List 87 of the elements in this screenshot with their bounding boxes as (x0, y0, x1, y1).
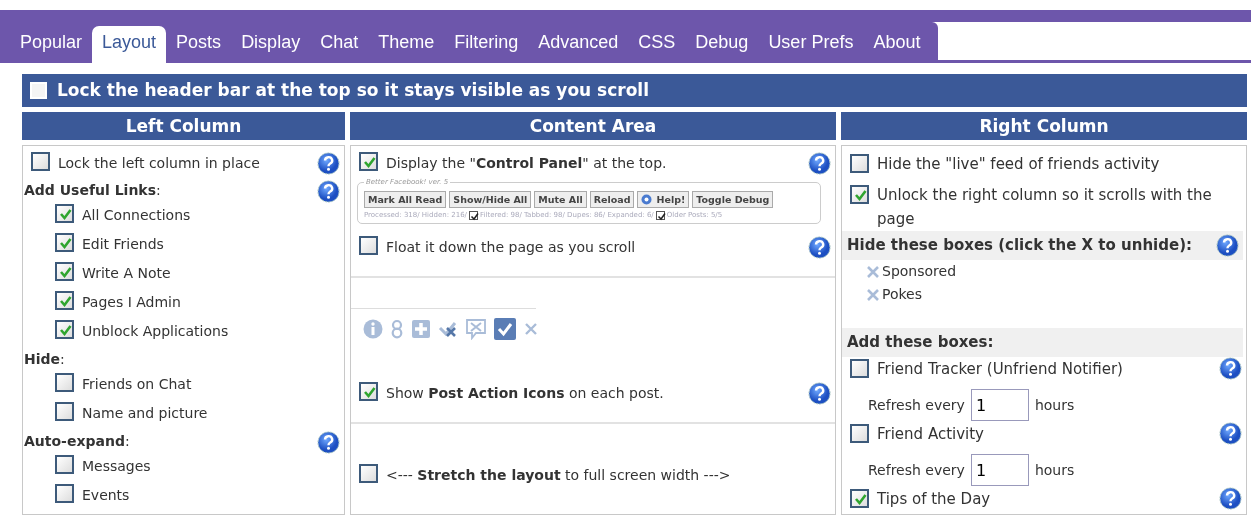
preview-button[interactable]: Show/Hide All (449, 191, 532, 208)
option-label: Friend Tracker (Unfriend Notifier) (877, 359, 1123, 380)
checkbox[interactable] (655, 210, 665, 220)
tab[interactable]: User Prefs (758, 26, 864, 60)
tab[interactable]: Filtering (444, 26, 529, 60)
checkbox[interactable] (359, 463, 378, 483)
checkbox[interactable] (850, 185, 869, 204)
option-label: Write A Note (82, 265, 171, 281)
checkbox[interactable] (31, 152, 50, 171)
help-icon[interactable] (808, 152, 831, 175)
hours-field[interactable]: 1 (970, 454, 1029, 486)
option-label: Float it down the page as you scroll (386, 238, 636, 255)
option-label: Messages (82, 458, 151, 474)
help-icon[interactable] (808, 235, 831, 259)
section-heading: Hide these boxes (click the X to unhide): (847, 235, 1192, 257)
help-icon[interactable] (1219, 422, 1242, 445)
option-label: Friends on Chat (82, 376, 192, 392)
help-icon (641, 194, 653, 205)
checkbox[interactable] (850, 489, 869, 508)
option-label: Name and picture (82, 405, 208, 421)
refresh-label: Refresh every (868, 395, 965, 415)
tab[interactable]: Debug (685, 26, 759, 60)
tab[interactable]: About (863, 26, 931, 60)
preview-button[interactable]: Help! (637, 191, 690, 208)
option-label: All Connections (82, 207, 191, 223)
checkbox[interactable] (55, 402, 74, 421)
checkbox[interactable] (55, 262, 74, 281)
option-label: Show Post Action Icons on each post. (386, 384, 664, 401)
checkbox[interactable] (55, 233, 74, 252)
option-label: Edit Friends (82, 236, 164, 252)
checkbox[interactable] (850, 359, 869, 378)
checkbox[interactable] (55, 484, 74, 503)
tab[interactable]: Theme (368, 26, 445, 60)
help-icon[interactable] (808, 381, 831, 405)
column-header: Right Column (841, 112, 1247, 140)
help-icon[interactable] (1219, 357, 1242, 380)
help-icon[interactable] (317, 152, 340, 175)
checkbox[interactable] (850, 424, 869, 443)
option-label: Events (82, 487, 130, 503)
preview-button[interactable]: Mark All Read (364, 191, 447, 208)
option-label: Display the "Control Panel" at the top. (386, 155, 667, 171)
help-icon[interactable] (317, 180, 340, 203)
option-label: Unblock Applications (82, 323, 229, 339)
header-lock-label: Lock the header bar at the top so it stays visible as you scroll (57, 78, 650, 102)
tab[interactable]: Layout (92, 26, 167, 63)
checkbox[interactable] (55, 373, 74, 392)
tab[interactable]: CSS (628, 26, 686, 60)
preview-button[interactable]: Toggle Debug (692, 191, 774, 208)
tab[interactable]: Display (231, 26, 311, 60)
tab[interactable]: Advanced (528, 26, 629, 60)
option-label: Pages I Admin (82, 294, 181, 310)
tab[interactable]: Chat (310, 26, 369, 60)
option-label: Friend Activity (877, 424, 984, 445)
hidden-box-label: Sponsored (882, 262, 957, 281)
help-icon[interactable] (1216, 234, 1239, 257)
option-label: <--- Stretch the layout to full screen width ---> (386, 466, 731, 483)
checkbox[interactable] (55, 204, 74, 223)
hours-label: hours (1034, 460, 1075, 480)
option-label: Lock the left column in place (58, 155, 260, 171)
option-label: Tips of the Day (877, 489, 991, 510)
checkbox[interactable] (469, 210, 478, 220)
tab[interactable]: Posts (166, 26, 232, 60)
checkbox[interactable] (55, 320, 74, 339)
column-header: Content Area (350, 112, 836, 140)
group-heading: Add Useful Links: (24, 181, 161, 200)
hidden-box-label: Pokes (882, 285, 923, 304)
column-header: Left Column (22, 112, 345, 140)
group-heading: Hide: (24, 350, 65, 369)
option-label: Hide the "live" feed of friends activity (877, 154, 1160, 175)
check-icon[interactable] (494, 317, 516, 340)
preview-button[interactable]: Reload (589, 191, 635, 208)
hours-field[interactable]: 1 (970, 389, 1029, 421)
help-icon[interactable] (317, 431, 340, 454)
checkbox[interactable] (359, 381, 378, 401)
group-heading: Auto-expand: (24, 432, 130, 451)
tab[interactable]: Popular (10, 26, 93, 60)
hours-label: hours (1034, 395, 1075, 415)
checkbox[interactable] (55, 455, 74, 474)
refresh-label: Refresh every (868, 460, 965, 480)
checkbox[interactable] (359, 235, 378, 255)
checkbox[interactable] (359, 152, 378, 171)
checkbox[interactable] (55, 291, 74, 310)
option-label: Unlock the right column so it scrolls with the page (877, 185, 1213, 230)
help-icon[interactable] (1219, 487, 1242, 510)
section-heading: Add these boxes: (847, 332, 994, 354)
preview-button[interactable]: Mute All (534, 191, 587, 208)
checkbox[interactable] (850, 154, 869, 173)
